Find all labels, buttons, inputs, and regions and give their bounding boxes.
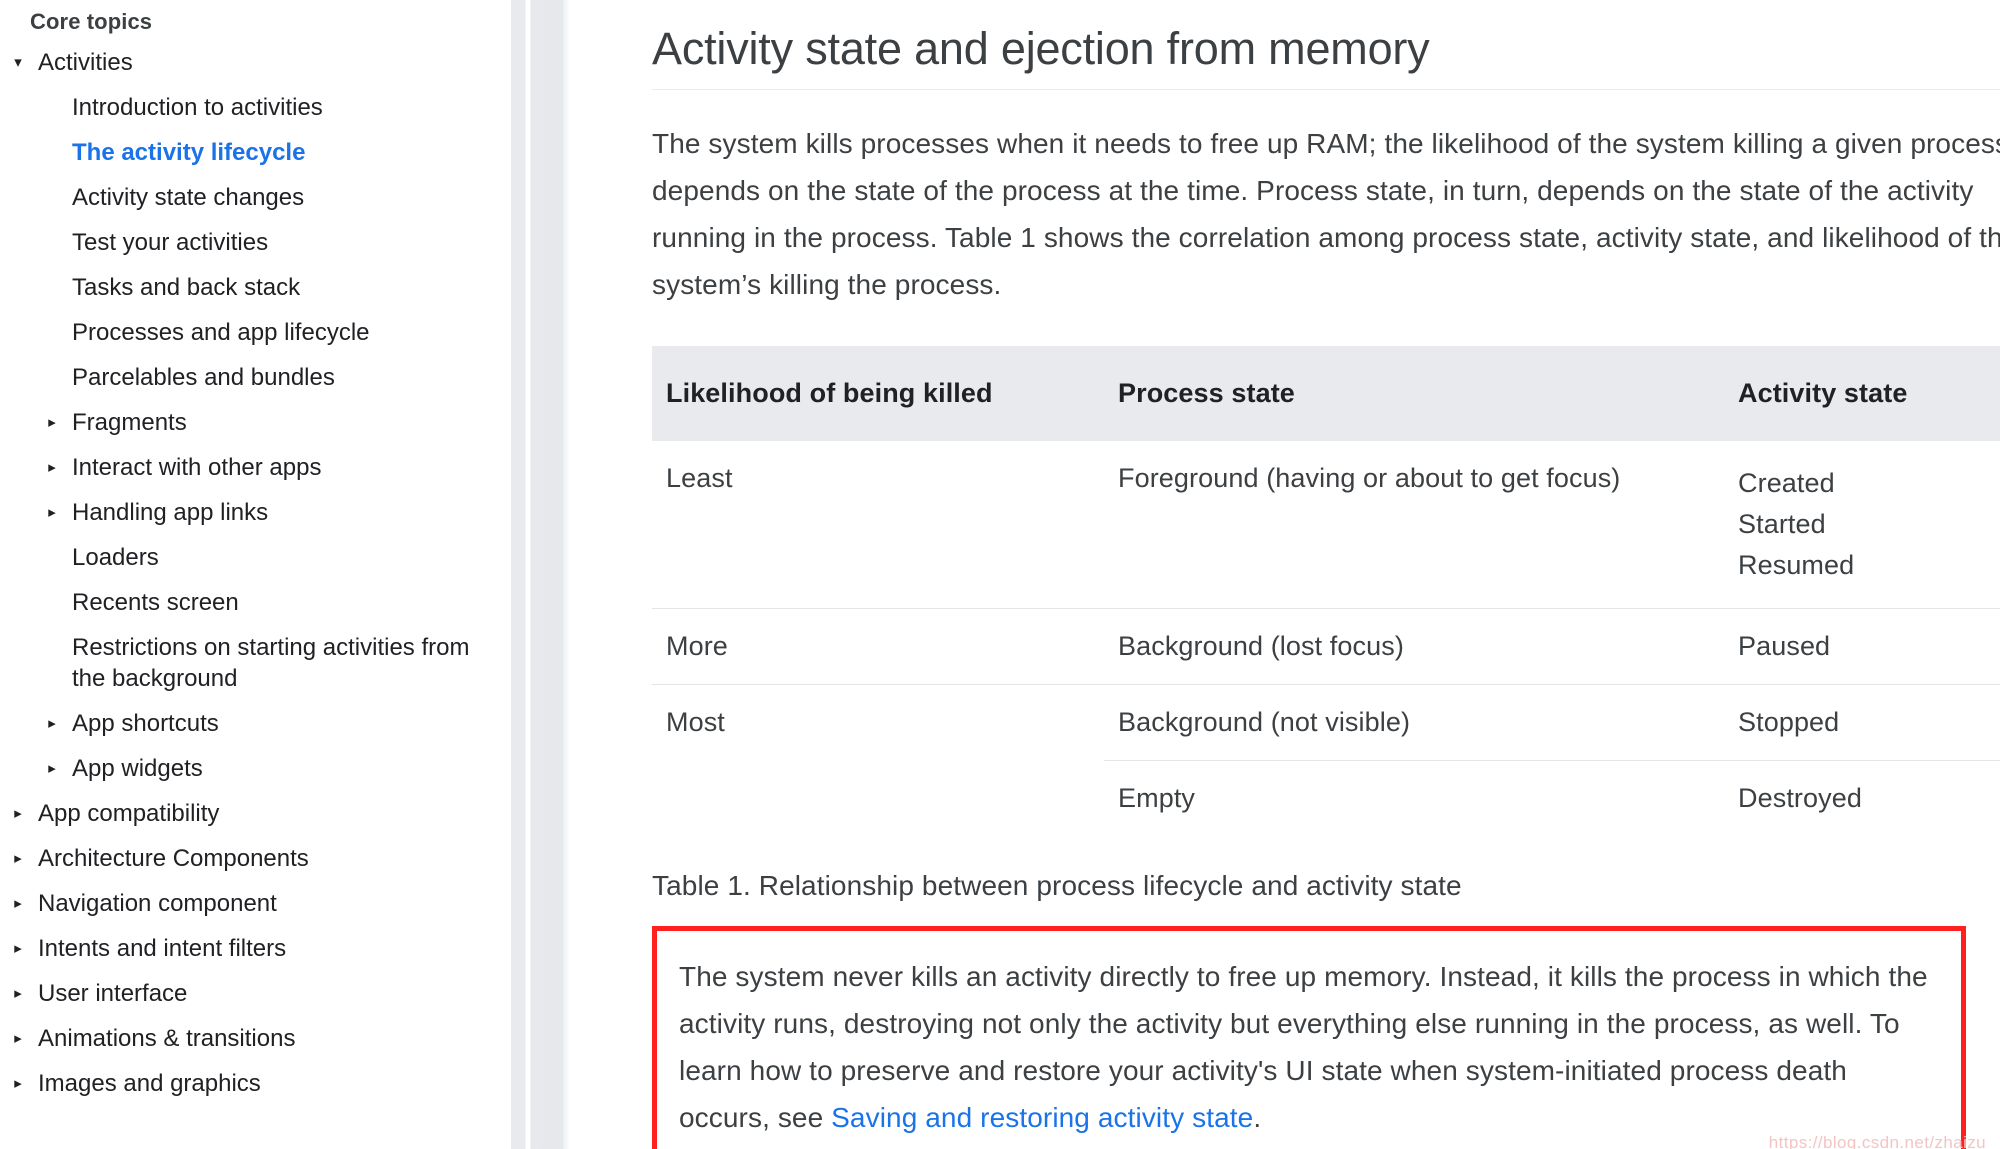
sidebar-item-label: Restrictions on starting activities from… [72,634,470,692]
sidebar-item-label: App widgets [72,755,203,782]
sidebar-item-list: ▾Activities▸Introduction to activities▸T… [0,40,505,1106]
chevron-right-icon[interactable]: ▸ [42,407,62,438]
sidebar-item-label: Fragments [72,409,187,436]
sidebar-item-animations-transitions[interactable]: ▸ Animations & transitions [0,1016,505,1061]
saving-restoring-activity-state-link[interactable]: Saving and restoring activity state [831,1102,1253,1133]
sidebar-item-app-shortcuts[interactable]: ▸ App shortcuts [0,701,505,746]
sidebar-item-label: Introduction to activities [72,94,323,121]
sidebar-item-label: App shortcuts [72,710,219,737]
cell-likelihood [652,761,1104,837]
table-body: Least Foreground (having or about to get … [652,441,2000,836]
cell-process-state: Empty [1104,760,1724,836]
scrollbar-thumb[interactable] [563,0,570,1149]
sidebar-item-intents-and-intent-filters[interactable]: ▸ Intents and intent filters [0,926,505,971]
sidebar-item-label: Activities [38,49,133,76]
sidebar-section-title: Core topics [30,9,153,34]
sidebar-item-parcelables-and-bundles[interactable]: ▸Parcelables and bundles [0,355,505,400]
sidebar-item-label: The activity lifecycle [72,139,306,166]
sidebar-item-label: Tasks and back stack [72,274,301,301]
chevron-right-icon[interactable]: ▸ [8,1068,28,1099]
callout-paragraph: The system never kills an activity direc… [679,953,1937,1141]
cell-likelihood: Least [666,463,733,493]
sidebar-item-activities[interactable]: ▾ Activities [0,40,505,85]
sidebar-item-recents-screen[interactable]: ▸Recents screen [0,580,505,625]
cell-process-state: Foreground (having or about to get focus… [1118,463,1621,493]
main-content: Activity state and ejection from memory … [570,0,2000,1149]
chevron-right-icon[interactable]: ▸ [42,708,62,739]
cell-process-state: Background (lost focus) [1104,608,1724,685]
sidebar-item-label: Interact with other apps [72,454,322,481]
column-header-process-state: Process state [1104,346,1724,441]
cell-process-state: Background (not visible) [1104,684,1724,761]
chevron-right-icon[interactable]: ▸ [8,843,28,874]
intro-paragraph: The system kills processes when it needs… [652,128,2000,300]
sidebar-item-label: Parcelables and bundles [72,364,335,391]
cell-activity-state: Paused [1724,608,2000,685]
sidebar-item-label: Activity state changes [72,184,305,211]
sidebar-item-label: Loaders [72,544,159,571]
scrollbar-track[interactable] [511,0,563,1149]
sidebar-item-fragments[interactable]: ▸ Fragments [0,400,505,445]
lifecycle-table: Likelihood of being killed Process state… [652,346,2000,836]
table-header: Likelihood of being killed Process state… [652,346,2000,441]
sidebar-item-introduction-to-activities[interactable]: ▸Introduction to activities [0,85,505,130]
column-header-activity-state: Activity state [1724,346,2000,441]
sidebar-item-label: App compatibility [38,800,220,827]
cell-likelihood: More [652,608,1104,685]
sidebar-item-label: Architecture Components [38,845,309,872]
table-caption: Table 1. Relationship between process li… [652,870,1462,901]
sidebar-item-navigation-component[interactable]: ▸ Navigation component [0,881,505,926]
sidebar-item-label: Navigation component [38,890,277,917]
sidebar-item-activity-state-changes[interactable]: ▸Activity state changes [0,175,505,220]
chevron-right-icon[interactable]: ▸ [8,888,28,919]
chevron-right-icon[interactable]: ▸ [8,933,28,964]
table-row: Least Foreground (having or about to get … [652,441,2000,609]
sidebar-item-handling-app-links[interactable]: ▸ Handling app links [0,490,505,535]
sidebar-item-label: Intents and intent filters [38,935,287,962]
sidebar-scrollbar[interactable] [505,0,570,1149]
chevron-right-icon[interactable]: ▸ [8,798,28,829]
sidebar-item-restrictions-on-starting-activities-from-the-background[interactable]: ▸Restrictions on starting activities fro… [0,625,472,701]
sidebar-item-label: Handling app links [72,499,269,526]
column-header-likelihood: Likelihood of being killed [652,346,1104,441]
page-title: Activity state and ejection from memory [652,23,1430,74]
lifecycle-table-wrapper: Likelihood of being killed Process state… [652,346,2000,836]
sidebar-item-label: Test your activities [72,229,269,256]
sidebar-item-app-compatibility[interactable]: ▸ App compatibility [0,791,505,836]
sidebar-item-label: Images and graphics [38,1070,261,1097]
sidebar-item-the-activity-lifecycle[interactable]: ▸The activity lifecycle [0,130,505,175]
chevron-right-icon[interactable]: ▸ [42,753,62,784]
sidebar-item-tasks-and-back-stack[interactable]: ▸Tasks and back stack [0,265,505,310]
chevron-down-icon[interactable]: ▾ [8,47,28,78]
sidebar-item-app-widgets[interactable]: ▸ App widgets [0,746,505,791]
sidebar-item-label: Processes and app lifecycle [72,319,370,346]
chevron-right-icon[interactable]: ▸ [42,452,62,483]
cell-activity-state: Destroyed [1724,760,2000,836]
callout-text-after-link: . [1253,1102,1262,1133]
cell-activity-state: Stopped [1724,684,2000,761]
cell-activity-state: Created Started Resumed [1738,468,1855,580]
sidebar-item-processes-and-app-lifecycle[interactable]: ▸Processes and app lifecycle [0,310,472,355]
note-callout: The system never kills an activity direc… [652,926,1966,1149]
documentation-page: Core topics ▾Activities▸Introduction to … [0,0,2000,1149]
sidebar-item-test-your-activities[interactable]: ▸Test your activities [0,220,505,265]
sidebar-item-interact-with-other-apps[interactable]: ▸ Interact with other apps [0,445,505,490]
title-divider [652,89,2000,90]
sidebar-item-loaders[interactable]: ▸Loaders [0,535,505,580]
sidebar-navigation[interactable]: Core topics ▾Activities▸Introduction to … [0,0,505,1149]
sidebar-item-label: Recents screen [72,589,239,616]
table-row: More Background (lost focus) Paused [652,608,2000,685]
sidebar-item-images-and-graphics[interactable]: ▸ Images and graphics [0,1061,505,1106]
sidebar-item-architecture-components[interactable]: ▸ Architecture Components [0,836,505,881]
table-row: Empty Destroyed [652,760,2000,837]
sidebar-item-user-interface[interactable]: ▸ User interface [0,971,505,1016]
sidebar-item-label: Animations & transitions [38,1025,296,1052]
table-header-row: Likelihood of being killed Process state… [652,346,2000,441]
chevron-right-icon[interactable]: ▸ [8,978,28,1009]
chevron-right-icon[interactable]: ▸ [8,1023,28,1054]
table-row: Most Background (not visible) Stopped [652,684,2000,761]
sidebar-item-label: User interface [38,980,188,1007]
chevron-right-icon[interactable]: ▸ [42,497,62,528]
cell-likelihood: Most [652,684,1104,761]
